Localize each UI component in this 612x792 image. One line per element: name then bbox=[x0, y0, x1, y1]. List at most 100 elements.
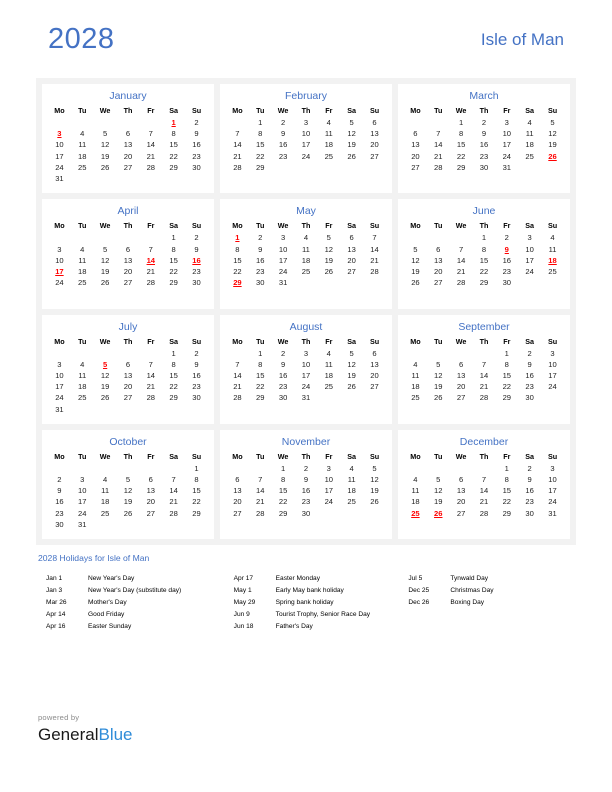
weekday-header-sa: Sa bbox=[525, 106, 535, 115]
day-cell-empty bbox=[404, 117, 427, 128]
day-cell: 16 bbox=[502, 255, 512, 265]
week-row: 23 24 25 26 27 28 29 bbox=[48, 508, 208, 519]
page-title-country: Isle of Man bbox=[480, 29, 564, 49]
week-row: 3 4 5 6 7 8 9 bbox=[48, 128, 208, 139]
day-cell: 16 bbox=[278, 140, 288, 150]
day-cell: 14 bbox=[256, 486, 265, 496]
day-cell: 9 bbox=[280, 129, 286, 139]
day-cell-empty bbox=[94, 232, 117, 243]
weekday-header-we: We bbox=[99, 451, 111, 461]
day-cell-empty bbox=[317, 277, 340, 288]
day-cell: 24 bbox=[525, 266, 534, 276]
day-cell: 19 bbox=[548, 140, 557, 150]
weekday-header-sa: Sa bbox=[525, 451, 535, 461]
day-cell: 25 bbox=[78, 393, 87, 403]
holiday-date: Dec 26 bbox=[408, 599, 430, 607]
weekday-header-we: We bbox=[455, 336, 467, 346]
day-cell: 11 bbox=[324, 359, 333, 369]
holiday-name: Easter Monday bbox=[275, 575, 321, 582]
day-cell: 2 bbox=[258, 233, 263, 243]
day-cell: 30 bbox=[192, 393, 201, 403]
holidays-column-2: Apr 17 Easter Monday May 1 Early May bank h… bbox=[234, 573, 409, 633]
week-row: 1 2 3 4 5 6 7 bbox=[226, 232, 386, 243]
day-cell: 11 bbox=[411, 370, 420, 380]
day-cell: 13 bbox=[347, 244, 356, 254]
month-name: March bbox=[469, 90, 499, 102]
weekday-header-row: Mo Tu We Th Fr Sa Su bbox=[404, 336, 564, 348]
day-cell: 28 bbox=[233, 393, 242, 403]
day-cell: 20 bbox=[434, 266, 443, 276]
holiday-list-item: May 29 Spring bank holiday bbox=[234, 597, 409, 609]
day-cell: 7 bbox=[436, 129, 441, 139]
day-cell: 27 bbox=[434, 278, 443, 288]
holiday-date: Apr 16 bbox=[46, 623, 66, 631]
day-cell: 2 bbox=[280, 348, 286, 358]
day-cell: 27 bbox=[370, 382, 379, 392]
week-row: 10 11 12 13 14 15 16 bbox=[48, 255, 208, 266]
day-cell: 5 bbox=[326, 233, 331, 243]
day-cell: 18 bbox=[78, 266, 87, 276]
holiday-date: Apr 14 bbox=[46, 611, 66, 619]
month-name: April bbox=[117, 205, 139, 218]
day-cell: 10 bbox=[502, 129, 512, 139]
day-cell: 5 bbox=[102, 129, 108, 139]
week-row: 29 30 31 bbox=[226, 277, 386, 288]
day-cell: 7 bbox=[372, 233, 377, 243]
day-cell: 9 bbox=[481, 129, 487, 139]
day-cell: 29 bbox=[502, 393, 512, 403]
day-cell-empty bbox=[139, 173, 162, 184]
day-cell: 30 bbox=[192, 278, 201, 288]
day-cell-empty bbox=[71, 117, 94, 128]
holidays-title: 2028 Holidays for Isle of Man bbox=[38, 553, 150, 563]
day-cell: 9 bbox=[527, 475, 532, 485]
day-cell: 26 bbox=[370, 497, 379, 507]
day-cell-empty bbox=[185, 403, 208, 414]
day-cell: 18 bbox=[347, 486, 356, 496]
weekday-header-su: Su bbox=[191, 451, 202, 461]
day-cell-empty bbox=[404, 232, 427, 243]
day-cell: 13 bbox=[123, 255, 133, 265]
month-card-april: April Mo Tu We Th Fr Sa Su 1 2 3 4 5 6 7 8 9 10 11 12 13 14 15… bbox=[42, 199, 214, 309]
day-cell-holiday: 17 bbox=[55, 266, 64, 276]
day-cell: 25 bbox=[347, 497, 356, 507]
day-cell: 17 bbox=[301, 140, 311, 150]
day-cell: 7 bbox=[481, 359, 487, 369]
day-cell: 21 bbox=[233, 382, 242, 392]
weekday-header-fr: Fr bbox=[503, 451, 511, 461]
day-cell: 7 bbox=[458, 244, 464, 254]
day-cell: 15 bbox=[169, 370, 178, 380]
holidays-columns: Jan 1 New Year's Day Jan 3 New Year's Day (… bbox=[38, 573, 583, 633]
day-cell: 5 bbox=[550, 118, 555, 128]
day-cell-empty bbox=[541, 162, 564, 173]
day-cell-empty bbox=[117, 348, 140, 359]
day-cell-empty bbox=[340, 277, 363, 288]
week-row: 12 bbox=[48, 348, 208, 359]
day-cell: 13 bbox=[370, 129, 379, 139]
day-cell: 10 bbox=[548, 359, 557, 369]
day-cell-holiday: 9 bbox=[504, 244, 509, 254]
footer-logo[interactable]: powered by GeneralBlue bbox=[38, 712, 133, 746]
day-cell: 28 bbox=[146, 278, 156, 288]
day-cell-empty bbox=[117, 403, 140, 414]
day-cell: 27 bbox=[233, 508, 242, 518]
weekday-header-row: Mo Tu We Th Fr Sa Su bbox=[404, 451, 564, 463]
weekday-header-fr: Fr bbox=[147, 336, 155, 346]
day-cell: 23 bbox=[525, 382, 534, 392]
holiday-list-item: Apr 16 Easter Sunday bbox=[46, 621, 234, 633]
day-cell-holiday: 1 bbox=[171, 118, 176, 128]
weekday-header-mo: Mo bbox=[54, 336, 65, 346]
day-cell: 6 bbox=[125, 359, 131, 369]
weekday-header-th: Th bbox=[479, 106, 489, 115]
day-cell: 19 bbox=[100, 151, 110, 161]
weekday-header-mo: Mo bbox=[410, 106, 421, 115]
week-row: 1 2 3 4 5 6 bbox=[226, 348, 386, 359]
day-cell: 21 bbox=[434, 151, 443, 161]
month-name: October bbox=[109, 435, 147, 448]
holiday-name: Good Friday bbox=[88, 611, 125, 619]
week-row: 25 26 27 28 29 30 bbox=[404, 392, 564, 403]
day-cell: 12 bbox=[100, 140, 110, 150]
week-row: 24 25 26 27 28 29 30 bbox=[48, 162, 208, 173]
day-cell: 21 bbox=[146, 266, 156, 276]
day-cell-holiday: 29 bbox=[233, 278, 242, 288]
day-cell: 16 bbox=[192, 140, 201, 150]
